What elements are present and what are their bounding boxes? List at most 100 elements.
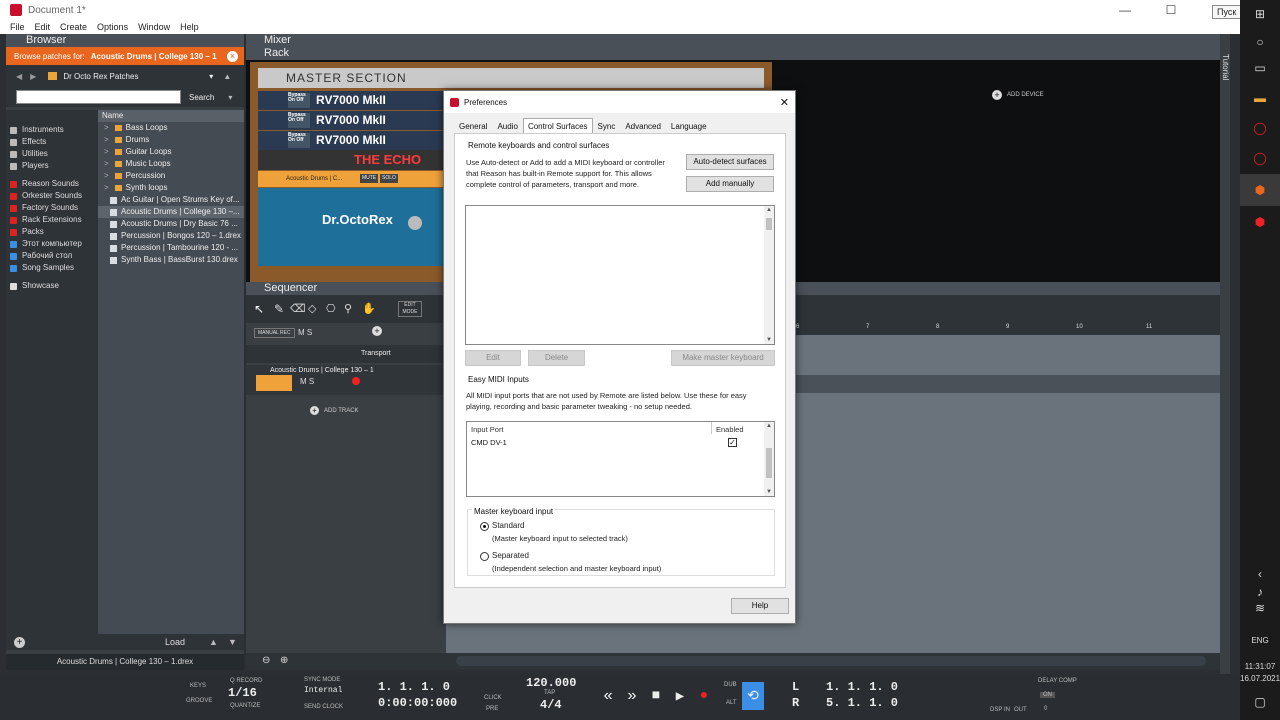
add-track-button[interactable]: + ADD TRACK bbox=[310, 406, 359, 415]
file-list-item[interactable]: > Percussion bbox=[98, 170, 244, 182]
file-explorer-icon[interactable]: ▬ bbox=[1252, 90, 1268, 106]
language-indicator[interactable]: ENG bbox=[1240, 636, 1280, 645]
tab-advanced[interactable]: Advanced bbox=[620, 118, 666, 134]
add-manually-button[interactable]: Add manually bbox=[686, 176, 774, 192]
location-item[interactable]: Showcase bbox=[6, 280, 98, 292]
clock-time[interactable]: 11:31:07 bbox=[1240, 662, 1280, 671]
the-echo-device[interactable]: THE ECHO bbox=[258, 150, 444, 170]
mute-button[interactable]: MUTE bbox=[360, 174, 379, 183]
notifications-icon[interactable]: ▢ bbox=[1252, 694, 1268, 710]
opera-gx-icon[interactable]: ◯ bbox=[1252, 150, 1268, 166]
file-list-item[interactable]: > Bass Loops bbox=[98, 122, 244, 134]
expand-arrow-icon[interactable]: > bbox=[104, 134, 109, 146]
add-location-icon[interactable]: + bbox=[14, 636, 25, 648]
expand-arrow-icon[interactable]: > bbox=[104, 146, 109, 158]
menu-help[interactable]: Help bbox=[180, 22, 199, 32]
groove-label[interactable]: GROOVE bbox=[186, 698, 212, 704]
standard-label[interactable]: Standard bbox=[492, 520, 524, 531]
delay-comp-value[interactable]: 0 bbox=[1044, 706, 1047, 712]
file-list-item[interactable]: Percussion | Bongos 120 – 1.drex bbox=[98, 230, 244, 242]
menu-window[interactable]: Window bbox=[138, 22, 170, 32]
up-arrow-icon[interactable]: ▲ bbox=[223, 72, 231, 81]
bypass-switch[interactable]: Bypass On Off bbox=[288, 133, 310, 148]
location-item[interactable]: Этот компьютер bbox=[6, 238, 98, 250]
sync-mode-value[interactable]: Internal bbox=[304, 686, 342, 695]
loop-right-position[interactable]: 5. 1. 1. 0 bbox=[826, 696, 898, 710]
folder-dropdown[interactable]: Dr Octo Rex Patches ▾ bbox=[63, 72, 213, 81]
opera-icon[interactable]: ◯ bbox=[1252, 120, 1268, 136]
play-icon[interactable]: ▶ bbox=[668, 682, 692, 710]
reason-alt-taskbar-icon[interactable]: ⬢ bbox=[1252, 214, 1268, 230]
location-item[interactable]: Utilities bbox=[6, 148, 98, 160]
edit-mode-button[interactable]: EDIT MODE bbox=[398, 301, 422, 317]
fast-forward-icon[interactable]: » bbox=[620, 682, 644, 710]
delete-button[interactable]: Delete bbox=[528, 350, 585, 366]
browser-title[interactable]: Browser bbox=[6, 34, 244, 47]
rv7000-device-3[interactable]: Bypass On Off RV7000 MkII bbox=[258, 131, 448, 150]
windows-start-icon[interactable]: ⊞ bbox=[1252, 6, 1268, 22]
file-list-item[interactable]: Synth Bass | BassBurst 130.drex bbox=[98, 254, 244, 266]
search-options-icon[interactable]: ▾ bbox=[228, 93, 232, 102]
tab-language[interactable]: Language bbox=[666, 118, 712, 134]
mute-tool-icon[interactable]: ⎔ bbox=[326, 302, 336, 315]
midi-inputs-list[interactable]: Input Port Enabled CMD DV-1 ✓ ▲ ▼ bbox=[466, 421, 775, 497]
record-enable-icon[interactable] bbox=[352, 377, 360, 385]
separated-label[interactable]: Separated bbox=[492, 550, 529, 561]
rack-header[interactable]: Rack bbox=[246, 47, 1220, 60]
location-item[interactable]: Effects bbox=[6, 136, 98, 148]
menu-edit[interactable]: Edit bbox=[35, 22, 51, 32]
tab-control-surfaces[interactable]: Control Surfaces bbox=[522, 118, 593, 134]
pre-label[interactable]: PRE bbox=[486, 706, 498, 712]
back-arrow-icon[interactable]: ◀ bbox=[16, 72, 22, 81]
send-clock-label[interactable]: SEND CLOCK bbox=[304, 704, 343, 710]
record-icon[interactable]: ● bbox=[692, 682, 716, 710]
clock-date[interactable]: 16.07.2021 bbox=[1240, 674, 1280, 683]
horizontal-scrollbar[interactable] bbox=[456, 656, 1206, 666]
manual-rec-button[interactable]: MANUAL REC bbox=[254, 328, 295, 338]
load-button[interactable]: Load bbox=[165, 637, 185, 647]
scroll-up-icon[interactable]: ▲ bbox=[764, 207, 774, 213]
track-mute-solo[interactable]: M S bbox=[300, 377, 314, 386]
tap-label[interactable]: TAP bbox=[544, 690, 555, 696]
midi-inputs-scrollbar[interactable]: ▲ ▼ bbox=[764, 422, 774, 496]
mixer-header[interactable]: Mixer bbox=[246, 34, 1220, 47]
location-item[interactable]: Factory Sounds bbox=[6, 202, 98, 214]
file-list-item[interactable]: > Guitar Loops bbox=[98, 146, 244, 158]
volume-icon[interactable]: ♪ bbox=[1252, 584, 1268, 600]
expand-arrow-icon[interactable]: > bbox=[104, 182, 109, 194]
expand-arrow-icon[interactable]: > bbox=[104, 122, 109, 134]
location-item[interactable]: Rack Extensions bbox=[6, 214, 98, 226]
q-record-label[interactable]: Q RECORD bbox=[230, 678, 262, 684]
song-time[interactable]: 0:00:00:000 bbox=[378, 696, 457, 710]
alt-label[interactable]: ALT bbox=[726, 700, 737, 706]
file-list-item[interactable]: Acoustic Drums | College 130 –... bbox=[98, 206, 244, 218]
hand-tool-icon[interactable]: ✋ bbox=[362, 302, 376, 315]
quantize-value[interactable]: 1/16 bbox=[228, 686, 257, 700]
edit-button[interactable]: Edit bbox=[465, 350, 521, 366]
file-list-item[interactable]: > Drums bbox=[98, 134, 244, 146]
volume-knob-icon[interactable] bbox=[408, 216, 422, 230]
show-hidden-icons[interactable]: ‹ bbox=[1252, 566, 1268, 582]
menu-options[interactable]: Options bbox=[97, 22, 128, 32]
tab-sync[interactable]: Sync bbox=[593, 118, 621, 134]
bypass-switch[interactable]: Bypass On Off bbox=[288, 93, 310, 108]
bypass-switch[interactable]: Bypass On Off bbox=[288, 113, 310, 128]
add-device-button[interactable]: + ADD DEVICE bbox=[992, 90, 1044, 100]
scroll-thumb[interactable] bbox=[766, 218, 772, 230]
scroll-down-icon[interactable]: ▼ bbox=[764, 337, 774, 343]
tempo-value[interactable]: 120.000 bbox=[526, 676, 576, 690]
location-item[interactable]: Reason Sounds bbox=[6, 178, 98, 190]
drum-track[interactable]: Acoustic Drums | College 130 – 1 M S bbox=[246, 365, 446, 395]
port-enabled-checkbox[interactable]: ✓ bbox=[728, 438, 737, 447]
close-browse-icon[interactable]: × bbox=[227, 50, 238, 62]
tab-general[interactable]: General bbox=[454, 118, 492, 134]
location-item[interactable]: Song Samples bbox=[6, 262, 98, 274]
search-icon[interactable]: ○ bbox=[1252, 34, 1268, 50]
expand-arrow-icon[interactable]: > bbox=[104, 158, 109, 170]
minimize-button[interactable]: — bbox=[1102, 0, 1148, 20]
maximize-button[interactable]: ☐ bbox=[1148, 0, 1194, 20]
scroll-up-icon[interactable]: ▲ bbox=[764, 423, 774, 429]
loop-toggle-icon[interactable]: ⟲ bbox=[742, 682, 764, 710]
standard-radio[interactable] bbox=[480, 522, 489, 531]
close-icon[interactable]: ✕ bbox=[780, 96, 789, 109]
